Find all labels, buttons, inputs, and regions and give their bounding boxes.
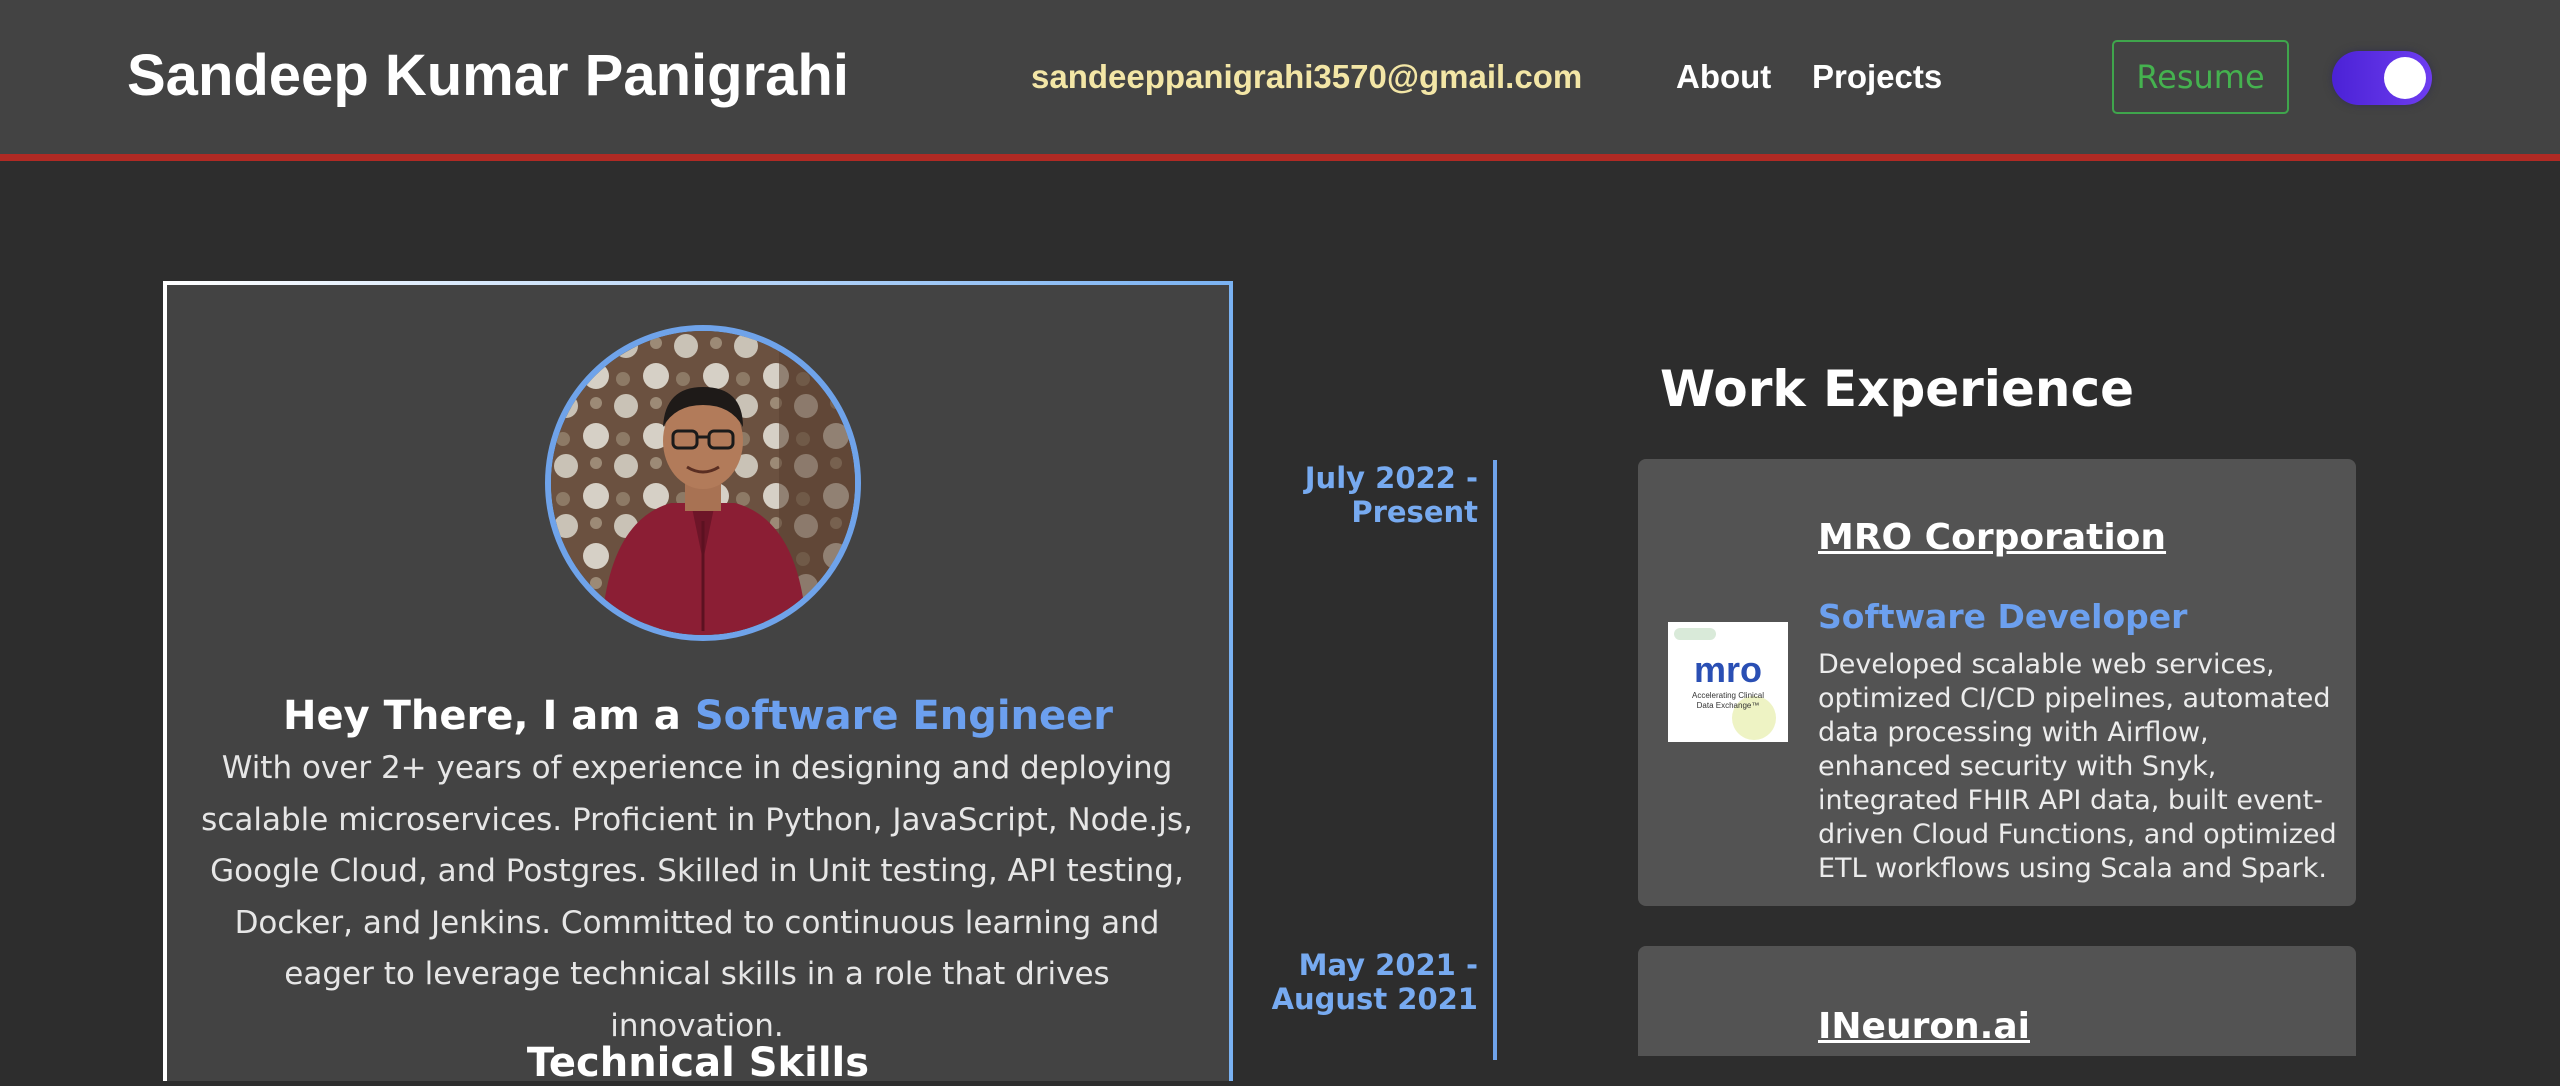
job-description: Developed scalable web services, optimiz… xyxy=(1818,649,2337,884)
intro-prefix: Hey There, I am a xyxy=(282,693,681,739)
job-date-start: May 2021 - xyxy=(1298,948,1478,982)
job-date: July 2022 - Present xyxy=(1305,461,1478,529)
job-card: mro Accelerating Clinical Data Exchange™… xyxy=(1638,459,2356,906)
logo-wordmark: mro xyxy=(1694,649,1762,690)
job-date-end: Present xyxy=(1351,495,1478,529)
job-date-end: August 2021 xyxy=(1271,982,1478,1016)
avatar-portrait-icon xyxy=(551,331,855,635)
company-name-link[interactable]: MRO Corporation xyxy=(1818,517,2166,558)
company-name-link[interactable]: INeuron.ai xyxy=(1818,1006,2030,1047)
job-card: INeuron.ai xyxy=(1638,946,2356,1056)
site-brand[interactable]: Sandeep Kumar Panigrahi xyxy=(127,42,849,109)
profile-photo xyxy=(545,325,861,641)
skills-heading: Technical Skills xyxy=(526,1040,870,1086)
intro-heading: Hey There, I am a Software Engineer xyxy=(167,693,1229,739)
toggle-knob xyxy=(2384,57,2426,99)
svg-text:Accelerating Clinical: Accelerating Clinical xyxy=(1692,691,1764,700)
nav-projects[interactable]: Projects xyxy=(1812,58,1942,96)
profile-card: Hey There, I am a Software Engineer With … xyxy=(163,281,1233,1086)
company-logo: mro Accelerating Clinical Data Exchange™ xyxy=(1668,622,1788,742)
intro-role: Software Engineer xyxy=(694,693,1114,739)
work-experience-title: Work Experience xyxy=(1660,360,2134,418)
timeline-line xyxy=(1493,460,1497,1060)
job-date-start: July 2022 - xyxy=(1304,461,1478,495)
job-role: Software Developer xyxy=(1818,597,2188,636)
nav-about[interactable]: About xyxy=(1676,58,1771,96)
top-navbar: Sandeep Kumar Panigrahi sandeeppanigrahi… xyxy=(0,0,2560,161)
resume-button[interactable]: Resume xyxy=(2112,40,2289,114)
mro-logo-icon: mro Accelerating Clinical Data Exchange™ xyxy=(1668,622,1788,742)
theme-toggle[interactable] xyxy=(2332,51,2432,105)
job-date: May 2021 - August 2021 xyxy=(1272,948,1478,1016)
svg-text:Data Exchange™: Data Exchange™ xyxy=(1697,701,1760,710)
email-link[interactable]: sandeeppanigrahi3570@gmail.com xyxy=(1031,58,1582,96)
bio-text: With over 2+ years of experience in desi… xyxy=(201,750,1193,1044)
